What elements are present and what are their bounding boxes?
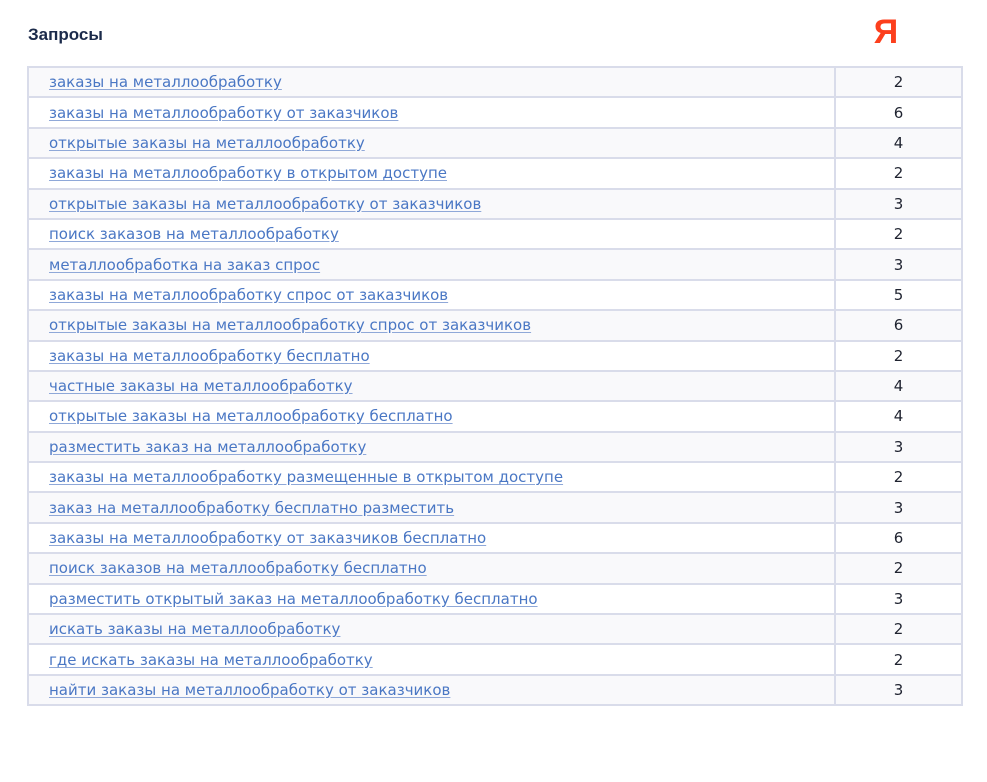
- count-cell: 6: [834, 309, 963, 342]
- count-cell: 3: [834, 248, 963, 281]
- count-cell: 2: [834, 461, 963, 494]
- query-cell: заказы на металлообработку спрос от зака…: [27, 278, 836, 312]
- query-cell: где искать заказы на металлообработку: [27, 643, 836, 676]
- query-link[interactable]: заказы на металлообработку в открытом до…: [49, 164, 447, 182]
- count-cell: 2: [834, 643, 963, 676]
- table-row: открытые заказы на металлообработку бесп…: [27, 400, 963, 433]
- count-cell: 3: [834, 430, 963, 464]
- query-cell: открытые заказы на металлообработку бесп…: [27, 400, 836, 433]
- yandex-icon: Я: [874, 13, 898, 50]
- query-cell: открытые заказы на металлообработку: [27, 126, 836, 160]
- query-cell: заказы на металлообработку бесплатно: [27, 339, 836, 372]
- query-cell: частные заказы на металлообработку: [27, 369, 836, 403]
- query-link[interactable]: найти заказы на металлообработку от зака…: [49, 681, 450, 699]
- count-cell: 5: [834, 278, 963, 312]
- query-cell: заказы на металлообработку от заказчиков…: [27, 521, 836, 555]
- query-cell: поиск заказов на металлообработку беспла…: [27, 552, 836, 585]
- queries-table: заказы на металлообработку 2 заказы на мет…: [27, 65, 963, 707]
- table-row: металлообработка на заказ спрос 3: [27, 248, 963, 281]
- table-row: где искать заказы на металлообработку 2: [27, 643, 963, 676]
- table-row: разместить заказ на металлообработку 3: [27, 430, 963, 464]
- count-cell: 2: [834, 339, 963, 372]
- count-cell: 4: [834, 400, 963, 433]
- query-cell: заказы на металлообработку от заказчиков: [27, 96, 836, 129]
- table-row: поиск заказов на металлообработку беспла…: [27, 552, 963, 585]
- query-cell: заказы на металлообработку в открытом до…: [27, 157, 836, 190]
- count-cell: 3: [834, 673, 963, 707]
- count-cell: 2: [834, 552, 963, 585]
- count-cell: 4: [834, 126, 963, 160]
- query-link[interactable]: металлообработка на заказ спрос: [49, 256, 320, 274]
- table-row: заказы на металлообработку бесплатно 2: [27, 339, 963, 372]
- count-cell: 2: [834, 217, 963, 251]
- query-cell: поиск заказов на металлообработку: [27, 217, 836, 251]
- count-cell: 6: [834, 521, 963, 555]
- query-cell: заказы на металлообработку размещенные в…: [27, 461, 836, 494]
- table-row: частные заказы на металлообработку 4: [27, 369, 963, 403]
- queries-table-body: заказы на металлообработку 2 заказы на мет…: [27, 65, 963, 707]
- query-link[interactable]: заказ на металлообработку бесплатно разм…: [49, 499, 454, 517]
- query-cell: металлообработка на заказ спрос: [27, 248, 836, 281]
- count-cell: 3: [834, 187, 963, 220]
- table-row: заказы на металлообработку спрос от зака…: [27, 278, 963, 312]
- query-cell: открытые заказы на металлообработку спро…: [27, 309, 836, 342]
- query-cell: разместить заказ на металлообработку: [27, 430, 836, 464]
- query-cell: заказы на металлообработку: [27, 65, 836, 99]
- query-link[interactable]: открытые заказы на металлообработку спро…: [49, 316, 531, 334]
- query-link[interactable]: заказы на металлообработку размещенные в…: [49, 468, 563, 486]
- query-link[interactable]: поиск заказов на металлообработку: [49, 225, 339, 243]
- count-cell: 6: [834, 96, 963, 129]
- query-link[interactable]: заказы на металлообработку спрос от зака…: [49, 286, 448, 304]
- table-row: заказы на металлообработку в открытом до…: [27, 157, 963, 190]
- count-cell: 2: [834, 65, 963, 99]
- count-cell: 3: [834, 491, 963, 524]
- yandex-letter: Я: [874, 13, 898, 50]
- query-cell: разместить открытый заказ на металлообра…: [27, 582, 836, 616]
- table-row: открытые заказы на металлообработку спро…: [27, 309, 963, 342]
- table-row: заказы на металлообработку от заказчиков…: [27, 96, 963, 129]
- table-row: заказ на металлообработку бесплатно разм…: [27, 491, 963, 524]
- query-link[interactable]: заказы на металлообработку от заказчиков: [49, 104, 398, 122]
- query-link[interactable]: открытые заказы на металлообработку бесп…: [49, 407, 453, 425]
- table-row: искать заказы на металлообработку 2: [27, 613, 963, 646]
- query-link[interactable]: частные заказы на металлообработку: [49, 377, 353, 395]
- table-row: открытые заказы на металлообработку от з…: [27, 187, 963, 220]
- query-link[interactable]: где искать заказы на металлообработку: [49, 651, 373, 669]
- table-row: разместить открытый заказ на металлообра…: [27, 582, 963, 616]
- query-link[interactable]: открытые заказы на металлообработку от з…: [49, 195, 481, 213]
- count-cell: 4: [834, 369, 963, 403]
- count-cell: 2: [834, 157, 963, 190]
- table-row: заказы на металлообработку размещенные в…: [27, 461, 963, 494]
- query-link[interactable]: заказы на металлообработку бесплатно: [49, 347, 370, 365]
- query-link[interactable]: искать заказы на металлообработку: [49, 620, 340, 638]
- query-link[interactable]: поиск заказов на металлообработку беспла…: [49, 559, 427, 577]
- count-cell: 3: [834, 582, 963, 616]
- query-cell: заказ на металлообработку бесплатно разм…: [27, 491, 836, 524]
- query-link[interactable]: заказы на металлообработку: [49, 73, 282, 91]
- query-link[interactable]: разместить заказ на металлообработку: [49, 438, 366, 456]
- table-row: заказы на металлообработку 2: [27, 65, 963, 99]
- query-cell: искать заказы на металлообработку: [27, 613, 836, 646]
- count-cell: 2: [834, 613, 963, 646]
- page-header: Запросы Я: [0, 0, 987, 66]
- table-row: заказы на металлообработку от заказчиков…: [27, 521, 963, 555]
- query-link[interactable]: заказы на металлообработку от заказчиков…: [49, 529, 486, 547]
- table-row: открытые заказы на металлообработку 4: [27, 126, 963, 160]
- query-cell: открытые заказы на металлообработку от з…: [27, 187, 836, 220]
- page-title: Запросы: [28, 25, 103, 44]
- queries-table-container: заказы на металлообработку 2 заказы на мет…: [27, 65, 963, 707]
- query-link[interactable]: разместить открытый заказ на металлообра…: [49, 590, 538, 608]
- query-link[interactable]: открытые заказы на металлообработку: [49, 134, 365, 152]
- query-cell: найти заказы на металлообработку от зака…: [27, 673, 836, 707]
- table-row: найти заказы на металлообработку от зака…: [27, 673, 963, 707]
- table-row: поиск заказов на металлообработку 2: [27, 217, 963, 251]
